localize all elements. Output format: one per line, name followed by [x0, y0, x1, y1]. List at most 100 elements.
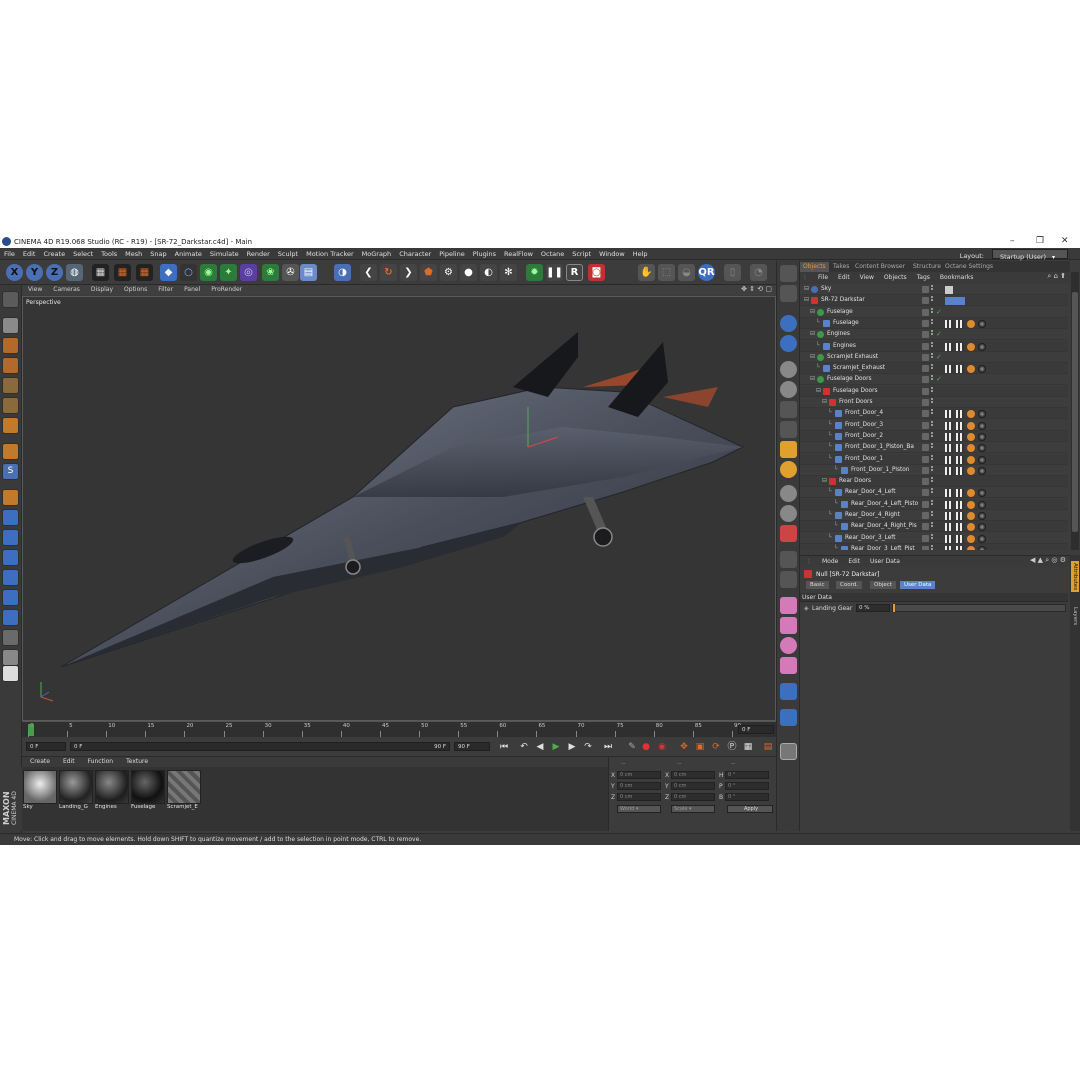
menu-motion-tracker[interactable]: Motion Tracker — [302, 248, 358, 258]
next-icon[interactable]: ❯ — [400, 264, 417, 281]
workplane-icon[interactable] — [2, 357, 19, 374]
autokey-icon[interactable]: ◉ — [656, 741, 668, 753]
shading-ball-icon[interactable] — [780, 505, 797, 522]
octane-settings-icon[interactable]: ⬟ — [420, 264, 437, 281]
phong-tag-icon[interactable] — [945, 466, 953, 475]
render-settings-icon[interactable]: ▦ — [136, 264, 153, 281]
move-tool-icon[interactable] — [2, 529, 19, 546]
octane-env-icon[interactable] — [780, 335, 797, 352]
snap-icon[interactable]: S — [2, 463, 19, 480]
phong-tag-icon[interactable] — [945, 365, 953, 374]
play-icon[interactable]: ▶ — [550, 741, 562, 753]
object-row[interactable]: ⊟ Fuselage Doors ✓ — [800, 374, 1068, 386]
object-row[interactable]: ⊟ Engines ✓ — [800, 329, 1068, 341]
layer-visibility-icon[interactable] — [922, 353, 929, 361]
python-generator-icon[interactable] — [780, 683, 797, 700]
playhead[interactable] — [28, 724, 34, 736]
record-active-icon[interactable]: ● — [640, 741, 652, 753]
expand-toggle-icon[interactable]: └ — [828, 455, 832, 462]
material-tag-icon[interactable] — [978, 500, 986, 509]
editor-render-visibility-icon[interactable] — [931, 398, 934, 406]
previous-frame-icon[interactable]: ◀ — [534, 741, 546, 753]
uvw-tag-icon[interactable] — [956, 365, 964, 374]
go-to-start-icon[interactable]: ⏮ — [498, 741, 510, 753]
minimize-button[interactable]: – — [1010, 236, 1015, 246]
scale-tool-icon[interactable] — [2, 549, 19, 566]
om-menu-file[interactable]: File — [812, 272, 832, 281]
viewport-menu-filter[interactable]: Filter — [152, 285, 178, 293]
editor-render-visibility-icon[interactable] — [931, 431, 934, 440]
expand-toggle-icon[interactable]: └ — [834, 522, 838, 529]
material-thumb-scramjet[interactable] — [167, 770, 201, 804]
target-icon[interactable] — [780, 401, 797, 418]
texture-icon[interactable] — [780, 461, 797, 478]
expand-toggle-icon[interactable]: ⊟ — [810, 330, 815, 337]
phong-tag-icon[interactable] — [945, 342, 953, 351]
viewport-nav-icons[interactable]: ✥ ⇕ ⟲ ▢ — [741, 285, 772, 293]
octane-tag-icon[interactable] — [967, 319, 975, 328]
octane-tag-icon[interactable] — [967, 545, 975, 550]
material-tag-icon[interactable] — [978, 523, 986, 532]
menu-help[interactable]: Help — [629, 248, 652, 258]
object-row[interactable]: └ Rear_Door_4_Right — [800, 510, 1068, 521]
material-tag-icon[interactable] — [978, 432, 986, 441]
object-row[interactable]: ⊟ SR-72 Darkstar — [800, 295, 1068, 307]
size-x-field[interactable]: 0 cm — [671, 771, 715, 779]
rectangle-selection-icon[interactable] — [2, 609, 19, 626]
expand-toggle-icon[interactable]: └ — [816, 319, 820, 326]
octane-tag-icon[interactable] — [967, 523, 975, 532]
guide-icon[interactable] — [780, 637, 797, 654]
phong-tag-icon[interactable] — [945, 489, 953, 498]
phong-tag-icon[interactable] — [945, 545, 953, 550]
layer-visibility-icon[interactable] — [922, 512, 929, 519]
uvw-tag-icon[interactable] — [956, 500, 964, 509]
editor-render-visibility-icon[interactable] — [931, 341, 934, 350]
menu-animate[interactable]: Animate — [171, 248, 206, 258]
object-row[interactable]: └ Rear_Door_4_Right_Pis — [800, 521, 1068, 533]
size-z-field[interactable]: 0 cm — [671, 793, 715, 801]
phong-tag-icon[interactable] — [945, 410, 953, 419]
subdivision-surface-icon[interactable]: ◉ — [200, 264, 217, 281]
polygons-mode-icon[interactable] — [2, 417, 19, 434]
layer-browser-icon[interactable] — [780, 285, 797, 302]
material-thumb-sky[interactable] — [23, 770, 57, 804]
disabled-icon[interactable] — [780, 525, 797, 542]
layer-visibility-icon[interactable] — [922, 432, 929, 440]
menu-file[interactable]: File — [0, 248, 19, 258]
expand-toggle-icon[interactable]: ⊟ — [804, 296, 809, 303]
3d-viewport[interactable]: Perspective — [22, 296, 776, 721]
layer-visibility-icon[interactable] — [922, 444, 929, 452]
octane-tag-icon[interactable] — [967, 342, 975, 351]
menu-simulate[interactable]: Simulate — [206, 248, 243, 258]
phong-tag-icon[interactable] — [945, 523, 953, 532]
scene-environment-icon[interactable]: ❀ — [262, 264, 279, 281]
enabled-check-icon[interactable]: ✓ — [936, 353, 942, 361]
tab-structure[interactable]: Structure — [910, 262, 944, 272]
expand-toggle-icon[interactable]: └ — [834, 500, 838, 507]
editor-render-visibility-icon[interactable] — [931, 296, 934, 304]
uvw-tag-icon[interactable] — [956, 455, 964, 464]
editor-render-visibility-icon[interactable] — [931, 375, 934, 383]
scatter-icon[interactable] — [780, 421, 797, 438]
object-row[interactable]: └ Rear_Door_4_Left — [800, 487, 1068, 499]
tab-content-browser[interactable]: Content Browser — [852, 262, 908, 272]
object-row[interactable]: └ Rear_Door_4_Left_Pisto — [800, 498, 1068, 510]
object-manager-icon[interactable] — [780, 265, 797, 282]
octane-live-viewer-icon[interactable]: ↻ — [380, 264, 397, 281]
octane-sphere-icon[interactable]: ● — [460, 264, 477, 281]
enabled-check-icon[interactable]: ✓ — [936, 308, 942, 316]
editor-render-visibility-icon[interactable] — [931, 352, 934, 361]
object-row[interactable]: └ Front_Door_2 — [800, 430, 1068, 442]
object-row[interactable]: └ Engines — [800, 340, 1068, 352]
enabled-check-icon[interactable]: ✓ — [936, 330, 942, 338]
y-axis-lock-button[interactable]: Y — [26, 264, 43, 281]
tab-takes[interactable]: Takes — [830, 262, 852, 272]
camera-icon[interactable]: ✇ — [282, 264, 299, 281]
light-probe-icon[interactable] — [780, 485, 797, 502]
octane-object-tag-icon[interactable]: ✹ — [526, 264, 543, 281]
points-mode-icon[interactable] — [2, 377, 19, 394]
om-menu-edit[interactable]: Edit — [832, 272, 854, 281]
magnet-icon[interactable] — [780, 709, 797, 726]
scrollbar-thumb[interactable] — [1072, 292, 1078, 532]
material-tag-icon[interactable] — [978, 421, 986, 430]
